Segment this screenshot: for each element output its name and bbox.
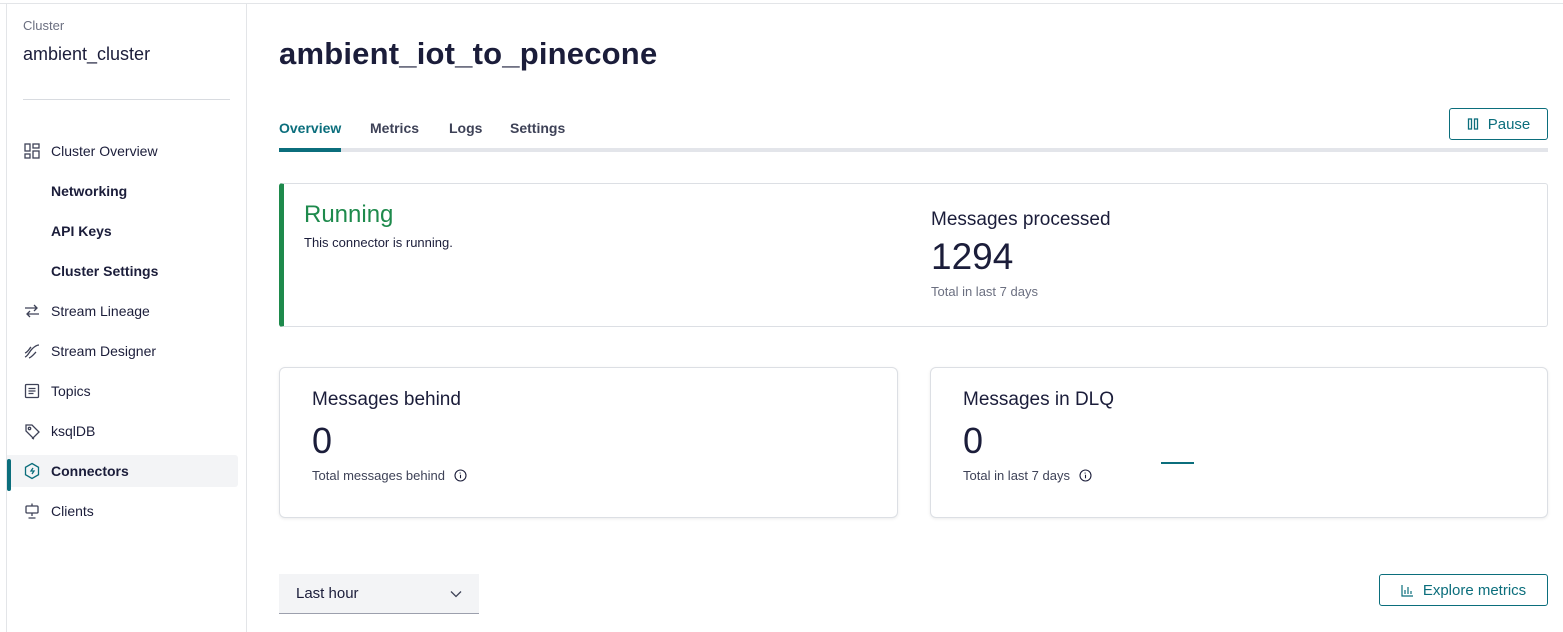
sidebar-item-label: Networking bbox=[51, 183, 128, 199]
sidebar-item-cluster-overview[interactable]: Cluster Overview bbox=[7, 131, 247, 171]
messages-processed-sub: Total in last 7 days bbox=[931, 284, 1038, 299]
sidebar-item-api-keys[interactable]: API Keys bbox=[7, 211, 247, 251]
sidebar-divider bbox=[23, 99, 230, 100]
info-icon[interactable] bbox=[1079, 469, 1092, 482]
clients-icon bbox=[23, 502, 41, 520]
stream-lineage-icon bbox=[23, 302, 41, 320]
messages-processed-label: Messages processed bbox=[931, 209, 1111, 230]
dashboard-icon bbox=[23, 142, 41, 160]
tab-logs[interactable]: Logs bbox=[449, 120, 482, 136]
explore-metrics-button[interactable]: Explore metrics bbox=[1379, 574, 1548, 606]
messages-dlq-title: Messages in DLQ bbox=[963, 389, 1115, 410]
active-tab-indicator bbox=[279, 148, 341, 152]
chevron-down-icon bbox=[450, 590, 462, 598]
messages-behind-value: 0 bbox=[312, 420, 333, 461]
sidebar-item-label: Cluster Settings bbox=[51, 263, 159, 279]
tab-bar: Overview Metrics Logs Settings bbox=[279, 114, 1548, 152]
sidebar-item-stream-lineage[interactable]: Stream Lineage bbox=[7, 291, 247, 331]
sidebar-item-stream-designer[interactable]: Stream Designer bbox=[7, 331, 247, 371]
messages-behind-card: Messages behind 0 Total messages behind bbox=[279, 367, 898, 518]
tab-label: Overview bbox=[279, 120, 342, 136]
sidebar-item-networking[interactable]: Networking bbox=[7, 171, 247, 211]
sidebar-item-topics[interactable]: Topics bbox=[7, 371, 247, 411]
dlq-sparkline bbox=[1161, 462, 1194, 464]
tab-label: Logs bbox=[449, 120, 483, 136]
cluster-name[interactable]: ambient_cluster bbox=[23, 44, 150, 65]
sidebar-nav: Cluster Overview Networking API Keys Clu… bbox=[7, 131, 247, 531]
status-title: Running bbox=[304, 201, 394, 228]
sidebar: Cluster ambient_cluster Cluster Overview… bbox=[7, 4, 247, 632]
explore-metrics-label: Explore metrics bbox=[1422, 581, 1527, 599]
main-content: ambient_iot_to_pinecone Pause Overview M… bbox=[247, 4, 1563, 632]
messages-behind-sub: Total messages behind bbox=[312, 468, 467, 483]
tab-overview[interactable]: Overview bbox=[279, 120, 341, 136]
messages-dlq-sub-label: Total in last 7 days bbox=[963, 468, 1070, 483]
sidebar-item-label: API Keys bbox=[51, 223, 112, 239]
tab-label: Metrics bbox=[370, 120, 420, 136]
topics-icon bbox=[23, 382, 41, 400]
tab-metrics[interactable]: Metrics bbox=[370, 120, 419, 136]
sidebar-item-connectors[interactable]: Connectors bbox=[7, 455, 238, 491]
sidebar-item-label: Topics bbox=[51, 383, 91, 399]
messages-dlq-value: 0 bbox=[963, 420, 984, 461]
sidebar-item-label: Clients bbox=[51, 503, 94, 519]
tab-settings[interactable]: Settings bbox=[510, 120, 565, 136]
messages-dlq-sub: Total in last 7 days bbox=[963, 468, 1092, 483]
time-range-select[interactable]: Last hour bbox=[279, 574, 479, 614]
status-description: This connector is running. bbox=[304, 235, 453, 250]
sidebar-item-label: Stream Designer bbox=[51, 343, 157, 359]
sidebar-item-label: ksqlDB bbox=[51, 423, 96, 439]
page-title: ambient_iot_to_pinecone bbox=[279, 36, 658, 71]
messages-dlq-card: Messages in DLQ 0 Total in last 7 days bbox=[930, 367, 1548, 518]
messages-behind-title: Messages behind bbox=[312, 389, 461, 410]
ksqldb-icon bbox=[23, 422, 41, 440]
time-range-value: Last hour bbox=[296, 585, 359, 602]
connectors-icon bbox=[23, 462, 41, 480]
sidebar-item-label: Connectors bbox=[51, 463, 129, 479]
messages-processed-value: 1294 bbox=[931, 236, 1014, 277]
sidebar-item-cluster-settings[interactable]: Cluster Settings bbox=[7, 251, 247, 291]
sidebar-item-ksqldb[interactable]: ksqlDB bbox=[7, 411, 247, 451]
sidebar-item-clients[interactable]: Clients bbox=[7, 491, 247, 531]
connector-status-card: Running This connector is running. Messa… bbox=[279, 183, 1548, 327]
messages-behind-sub-label: Total messages behind bbox=[312, 468, 445, 483]
info-icon[interactable] bbox=[454, 469, 467, 482]
bar-chart-icon bbox=[1401, 584, 1414, 597]
tab-label: Settings bbox=[510, 120, 566, 136]
cluster-caption: Cluster bbox=[23, 18, 65, 33]
stream-designer-icon bbox=[23, 342, 41, 360]
sidebar-item-label: Stream Lineage bbox=[51, 303, 150, 319]
sidebar-item-label: Cluster Overview bbox=[51, 143, 158, 159]
